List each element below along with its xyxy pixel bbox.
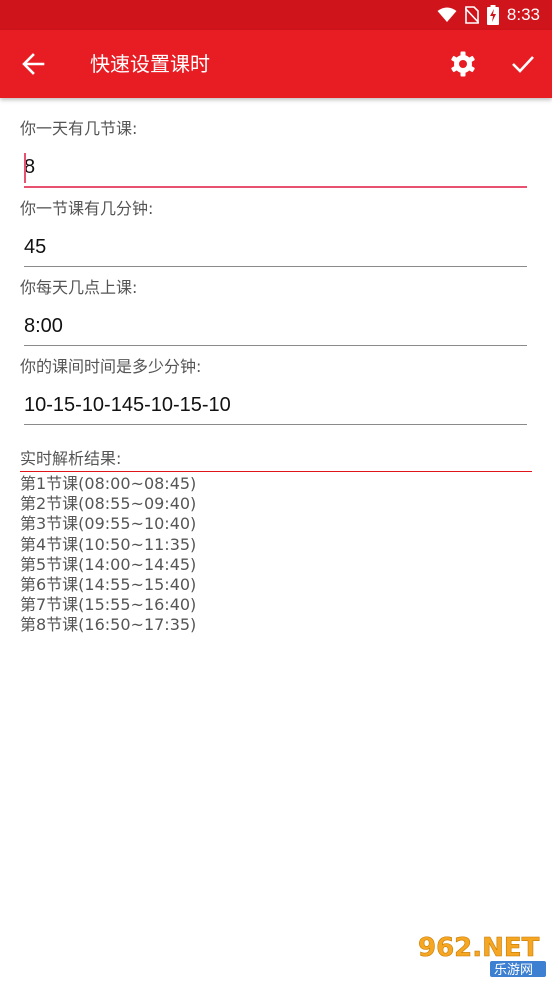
- lessons-per-day-input[interactable]: [24, 148, 527, 188]
- result-item: 第2节课(08:55~09:40): [20, 494, 197, 514]
- field-label-start-time: 你每天几点上课:: [20, 278, 138, 297]
- watermark-text-bottom: 乐游网: [494, 963, 533, 978]
- wifi-icon: [437, 7, 457, 22]
- lesson-minutes-input[interactable]: [24, 227, 527, 267]
- field-label-lessons-per-day: 你一天有几节课:: [20, 119, 138, 138]
- result-item: 第4节课(10:50~11:35): [20, 534, 197, 554]
- status-icons: 8:33: [437, 4, 540, 26]
- result-list: 第1节课(08:00~08:45) 第2节课(08:55~09:40) 第3节课…: [20, 474, 196, 636]
- status-time: 8:33: [506, 5, 540, 24]
- result-item: 第6节课(14:55~15:40): [20, 575, 197, 595]
- page-title: 快速设置课时: [90, 52, 210, 76]
- back-button[interactable]: [18, 50, 50, 78]
- result-header: 实时解析结果:: [20, 448, 532, 472]
- arrow-left-icon: [22, 53, 45, 75]
- battery-charging-icon: [486, 5, 499, 25]
- no-sim-icon: [464, 6, 479, 24]
- watermark-text-top: 962.NET: [418, 933, 540, 963]
- status-bar: 8:33: [0, 0, 552, 30]
- field-label-break-minutes: 你的课间时间是多少分钟:: [20, 357, 202, 376]
- settings-button[interactable]: [449, 50, 477, 78]
- result-item: 第3节课(09:55~10:40): [20, 514, 197, 534]
- result-item: 第8节课(16:50~17:35): [20, 615, 197, 635]
- break-minutes-input[interactable]: [24, 385, 527, 425]
- field-label-lesson-minutes: 你一节课有几分钟:: [20, 199, 154, 218]
- gear-icon: [451, 51, 475, 77]
- text-cursor: [24, 153, 26, 183]
- start-time-input[interactable]: [24, 306, 527, 346]
- app-toolbar: 快速设置课时: [0, 30, 552, 98]
- check-icon: [512, 56, 534, 73]
- confirm-button[interactable]: [509, 51, 537, 77]
- result-item: 第5节课(14:00~14:45): [20, 554, 197, 574]
- result-item: 第1节课(08:00~08:45): [20, 474, 197, 493]
- result-item: 第7节课(15:55~16:40): [20, 595, 197, 615]
- watermark-logo: 962.NET 乐游网: [418, 933, 546, 978]
